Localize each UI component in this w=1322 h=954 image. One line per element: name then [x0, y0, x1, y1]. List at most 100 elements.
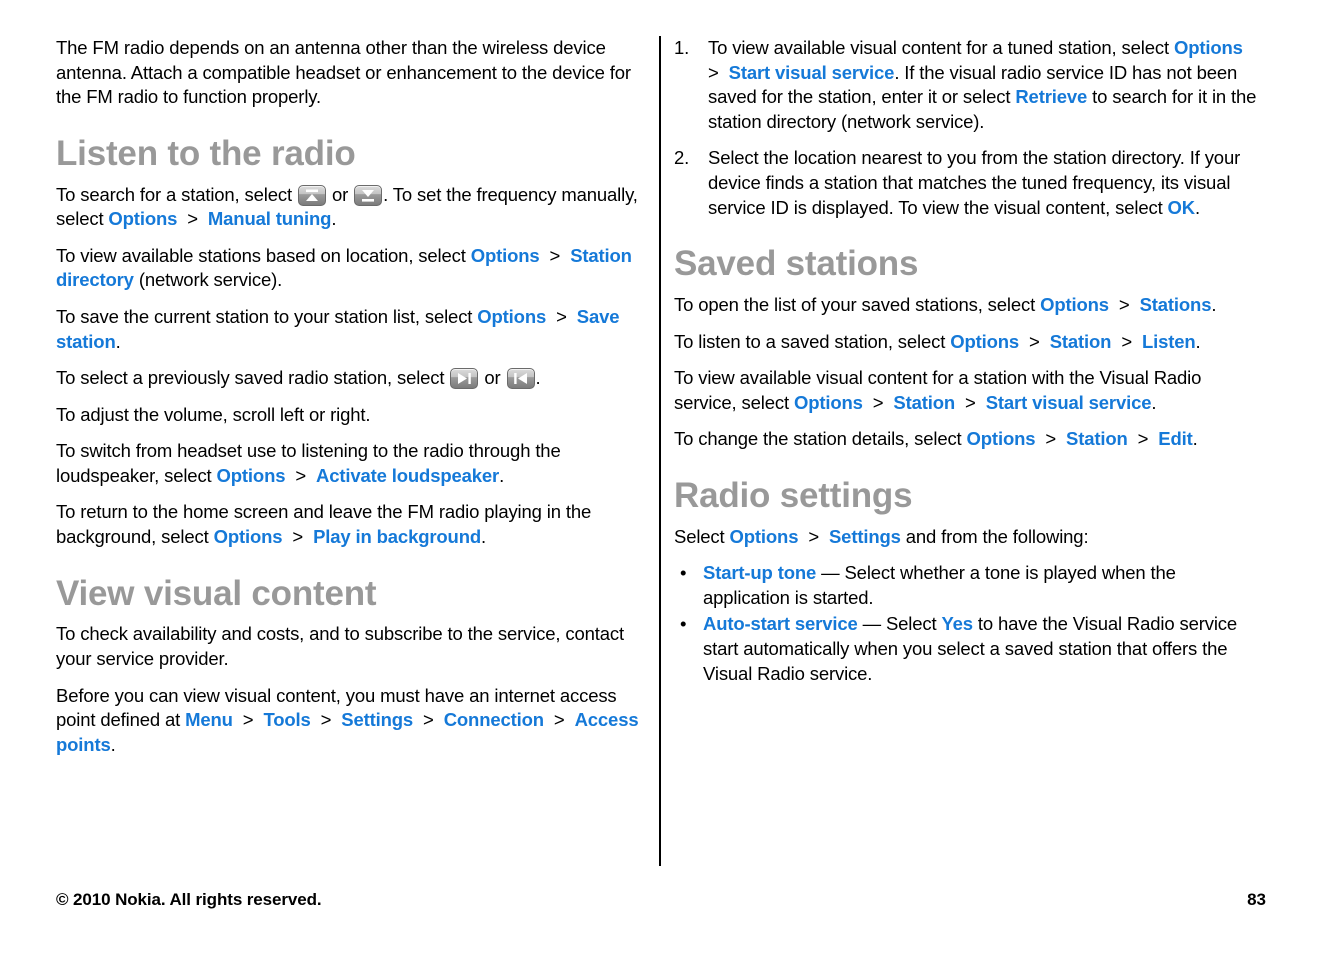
text: To open the list of your saved stations,…: [674, 293, 1041, 315]
list-item: 1. To view available visual content for a…: [674, 36, 1266, 134]
paragraph-adjust-volume: To adjust the volume, scroll left or rig…: [56, 403, 371, 425]
ui-option-start-visual-service[interactable]: Start visual service: [729, 62, 895, 83]
ui-option-settings[interactable]: Settings: [829, 526, 901, 547]
menu-separator: >: [556, 305, 567, 327]
ui-option-menu[interactable]: Menu: [185, 709, 233, 730]
copyright-notice: © 2010 Nokia. All rights reserved.: [56, 890, 322, 909]
ui-setting-start-up-tone[interactable]: Start-up tone: [703, 562, 816, 583]
paragraph-select-saved-station: To select a previously saved radio stati…: [56, 366, 648, 391]
menu-separator: >: [965, 391, 976, 413]
text: Select the location nearest to you from …: [708, 147, 1241, 218]
text: To change the station details, select: [674, 428, 967, 450]
ui-option-options[interactable]: Options: [108, 208, 177, 229]
ui-option-station[interactable]: Station: [893, 392, 955, 413]
scan-up-icon[interactable]: [297, 184, 326, 206]
ui-option-play-in-background[interactable]: Play in background: [313, 526, 481, 547]
heading-view-visual-content: View visual content: [56, 573, 377, 613]
bullet-glyph: •: [680, 562, 687, 584]
paragraph-play-in-background: To return to the home screen and leave t…: [56, 500, 648, 549]
paragraph-edit-station-details: To change the station details, select Op…: [674, 427, 1266, 452]
ui-option-edit[interactable]: Edit: [1158, 428, 1192, 449]
paragraph-open-stations-list: To open the list of your saved stations,…: [674, 293, 1266, 318]
paragraph-settings-intro: Select Options > Settings and from the f…: [674, 525, 1266, 550]
text: To save the current station to your stat…: [56, 305, 478, 327]
menu-separator: >: [1045, 428, 1057, 450]
menu-separator: >: [1029, 330, 1040, 352]
ui-option-settings[interactable]: Settings: [341, 709, 413, 730]
text: .: [1195, 330, 1201, 352]
menu-separator: >: [1137, 428, 1149, 450]
menu-separator: >: [872, 391, 884, 413]
ui-option-ok[interactable]: OK: [1168, 197, 1196, 218]
list-item: • Start-up tone — Select whether a tone i…: [674, 561, 1266, 610]
text: To view available stations based on loca…: [56, 244, 471, 266]
ui-option-connection[interactable]: Connection: [444, 709, 544, 730]
ui-option-options[interactable]: Options: [471, 245, 540, 266]
ui-option-options[interactable]: Options: [1174, 37, 1243, 58]
text: .: [115, 330, 121, 352]
ui-option-manual-tuning[interactable]: Manual tuning: [208, 208, 332, 229]
previous-station-icon[interactable]: [506, 368, 535, 390]
text: .: [481, 526, 487, 548]
ui-option-yes[interactable]: Yes: [941, 613, 973, 634]
ui-option-options[interactable]: Options: [217, 465, 286, 486]
menu-separator: >: [1118, 293, 1130, 315]
menu-separator: >: [423, 709, 434, 731]
scan-down-icon[interactable]: [354, 184, 383, 206]
ui-option-station[interactable]: Station: [1066, 428, 1128, 449]
ui-option-options[interactable]: Options: [1040, 294, 1109, 315]
text: Select: [674, 525, 730, 547]
text: (network service).: [133, 269, 283, 291]
paragraph-station-visual-service: To view available visual content for a s…: [674, 366, 1266, 415]
ui-option-options[interactable]: Options: [477, 306, 546, 327]
menu-separator: >: [708, 61, 719, 83]
ui-option-activate-loudspeaker[interactable]: Activate loudspeaker: [316, 465, 499, 486]
right-column: 1. To view available visual content for a…: [674, 36, 1266, 688]
text: or: [479, 367, 506, 389]
text: To search for a station, select: [56, 183, 297, 205]
document-page: The FM radio depends on an antenna other…: [0, 0, 1322, 954]
ui-option-options[interactable]: Options: [794, 392, 863, 413]
heading-radio-settings: Radio settings: [674, 475, 913, 515]
ui-option-options[interactable]: Options: [950, 331, 1019, 352]
ui-option-stations[interactable]: Stations: [1140, 294, 1212, 315]
paragraph-station-directory: To view available stations based on loca…: [56, 244, 648, 293]
menu-separator: >: [808, 525, 819, 547]
list-item: • Auto-start service — Select Yes to have…: [674, 612, 1266, 686]
menu-separator: >: [187, 208, 198, 230]
next-station-icon[interactable]: [450, 368, 479, 390]
text: To select a previously saved radio stati…: [56, 367, 450, 389]
paragraph-search-station: To search for a station, select or . To …: [56, 183, 648, 232]
ui-option-station[interactable]: Station: [1050, 331, 1112, 352]
menu-separator: >: [553, 709, 565, 731]
menu-separator: >: [242, 709, 254, 731]
menu-separator: >: [292, 526, 304, 548]
numbered-steps-list: 1. To view available visual content for a…: [674, 36, 1266, 220]
bullet-glyph: •: [680, 613, 687, 635]
paragraph-activate-loudspeaker: To switch from headset use to listening …: [56, 439, 648, 488]
paragraph-access-point-path: Before you can view visual content, you …: [56, 684, 648, 758]
step-number: 1.: [674, 37, 690, 58]
left-column: The FM radio depends on an antenna other…: [56, 36, 648, 757]
ui-option-options[interactable]: Options: [214, 526, 283, 547]
menu-separator: >: [320, 709, 332, 731]
text: To view available visual content for a t…: [708, 37, 1174, 58]
list-item: 2. Select the location nearest to you fro…: [674, 146, 1266, 220]
ui-option-retrieve[interactable]: Retrieve: [1015, 86, 1087, 107]
settings-bullet-list: • Start-up tone — Select whether a tone i…: [674, 561, 1266, 686]
text: .: [110, 733, 116, 755]
text: .: [1211, 293, 1217, 315]
text: .: [1192, 428, 1198, 450]
paragraph-save-station: To save the current station to your stat…: [56, 305, 648, 354]
text: and from the following:: [900, 525, 1089, 547]
ui-option-options[interactable]: Options: [730, 526, 799, 547]
ui-option-tools[interactable]: Tools: [263, 709, 310, 730]
ui-option-listen[interactable]: Listen: [1142, 331, 1196, 352]
ui-option-start-visual-service[interactable]: Start visual service: [986, 392, 1152, 413]
ui-option-options[interactable]: Options: [967, 428, 1036, 449]
text: .: [1151, 391, 1157, 413]
menu-separator: >: [549, 244, 561, 266]
ui-setting-auto-start-service[interactable]: Auto-start service: [703, 613, 858, 634]
heading-listen-to-the-radio: Listen to the radio: [56, 133, 356, 173]
paragraph-listen-saved-station: To listen to a saved station, select Opt…: [674, 330, 1266, 355]
